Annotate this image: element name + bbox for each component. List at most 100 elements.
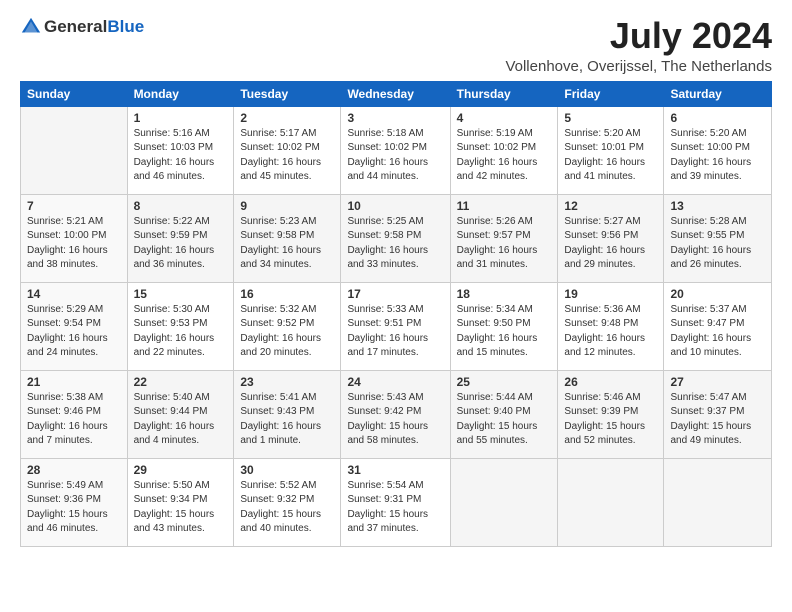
day-number: 28 [27,463,121,477]
day-info: Sunrise: 5:25 AM Sunset: 9:58 PM Dayligh… [347,215,443,273]
month-year-title: July 2024 [505,16,772,56]
day-info: Sunrise: 5:37 AM Sunset: 9:47 PM Dayligh… [670,303,765,361]
day-number: 7 [27,199,121,213]
day-info: Sunrise: 5:34 AM Sunset: 9:50 PM Dayligh… [457,303,552,361]
day-info: Sunrise: 5:18 AM Sunset: 10:02 PM Daylig… [347,127,443,185]
day-number: 1 [134,111,228,125]
day-number: 25 [457,375,552,389]
day-info: Sunrise: 5:23 AM Sunset: 9:58 PM Dayligh… [240,215,334,273]
day-number: 2 [240,111,334,125]
day-info: Sunrise: 5:28 AM Sunset: 9:55 PM Dayligh… [670,215,765,273]
calendar-cell [450,458,558,546]
calendar-cell: 18Sunrise: 5:34 AM Sunset: 9:50 PM Dayli… [450,282,558,370]
calendar-cell: 20 Sunrise: 5:37 AM Sunset: 9:47 PM Dayli… [664,282,772,370]
calendar-cell: 7 Sunrise: 5:21 AM Sunset: 10:00 PM Dayli… [21,194,128,282]
day-number: 20 [670,287,765,301]
day-info: Sunrise: 5:32 AM Sunset: 9:52 PM Dayligh… [240,303,334,361]
day-number: 12 [564,199,657,213]
day-info: Sunrise: 5:52 AM Sunset: 9:32 PM Dayligh… [240,479,334,537]
day-number: 11 [457,199,552,213]
day-number: 21 [27,375,121,389]
calendar-cell [21,106,128,194]
day-info: Sunrise: 5:44 AM Sunset: 9:40 PM Dayligh… [457,391,552,449]
calendar-cell [558,458,664,546]
calendar-cell: 29 Sunrise: 5:50 AM Sunset: 9:34 PM Dayli… [127,458,234,546]
calendar-week-row: 7 Sunrise: 5:21 AM Sunset: 10:00 PM Dayli… [21,194,772,282]
calendar-cell: 11 Sunrise: 5:26 AM Sunset: 9:57 PM Dayli… [450,194,558,282]
calendar-cell: 9 Sunrise: 5:23 AM Sunset: 9:58 PM Daylig… [234,194,341,282]
day-number: 6 [670,111,765,125]
day-info: Sunrise: 5:50 AM Sunset: 9:34 PM Dayligh… [134,479,228,537]
calendar-cell: 2 Sunrise: 5:17 AM Sunset: 10:02 PM Dayli… [234,106,341,194]
day-number: 29 [134,463,228,477]
day-info: Sunrise: 5:26 AM Sunset: 9:57 PM Dayligh… [457,215,552,273]
day-number: 13 [670,199,765,213]
calendar-cell: 17Sunrise: 5:33 AM Sunset: 9:51 PM Dayli… [341,282,450,370]
day-info: Sunrise: 5:49 AM Sunset: 9:36 PM Dayligh… [27,479,121,537]
day-number: 31 [347,463,443,477]
day-info: Sunrise: 5:17 AM Sunset: 10:02 PM Daylig… [240,127,334,185]
calendar-cell: 3Sunrise: 5:18 AM Sunset: 10:02 PM Dayli… [341,106,450,194]
day-number: 17 [347,287,443,301]
weekday-header-saturday: Saturday [664,81,772,106]
day-number: 5 [564,111,657,125]
day-info: Sunrise: 5:46 AM Sunset: 9:39 PM Dayligh… [564,391,657,449]
calendar-week-row: 28 Sunrise: 5:49 AM Sunset: 9:36 PM Dayli… [21,458,772,546]
calendar-cell: 16 Sunrise: 5:32 AM Sunset: 9:52 PM Dayli… [234,282,341,370]
day-info: Sunrise: 5:30 AM Sunset: 9:53 PM Dayligh… [134,303,228,361]
day-info: Sunrise: 5:16 AM Sunset: 10:03 PM Daylig… [134,127,228,185]
calendar-cell: 30 Sunrise: 5:52 AM Sunset: 9:32 PM Dayli… [234,458,341,546]
calendar-cell: 15Sunrise: 5:30 AM Sunset: 9:53 PM Dayli… [127,282,234,370]
weekday-header-friday: Friday [558,81,664,106]
logo: GeneralBlue [20,16,144,38]
day-number: 4 [457,111,552,125]
page-header: GeneralBlue July 2024 Vollenhove, Overij… [20,16,772,75]
weekday-header-sunday: Sunday [21,81,128,106]
calendar-page: GeneralBlue July 2024 Vollenhove, Overij… [0,0,792,612]
calendar-cell: 6Sunrise: 5:20 AM Sunset: 10:00 PM Dayli… [664,106,772,194]
day-number: 8 [134,199,228,213]
day-number: 30 [240,463,334,477]
day-info: Sunrise: 5:38 AM Sunset: 9:46 PM Dayligh… [27,391,121,449]
day-info: Sunrise: 5:27 AM Sunset: 9:56 PM Dayligh… [564,215,657,273]
calendar-cell: 22 Sunrise: 5:40 AM Sunset: 9:44 PM Dayli… [127,370,234,458]
day-info: Sunrise: 5:22 AM Sunset: 9:59 PM Dayligh… [134,215,228,273]
weekday-header-wednesday: Wednesday [341,81,450,106]
logo-text-blue: Blue [107,17,144,36]
calendar-cell: 25 Sunrise: 5:44 AM Sunset: 9:40 PM Dayli… [450,370,558,458]
logo-text-general: General [44,17,107,36]
calendar-cell: 26 Sunrise: 5:46 AM Sunset: 9:39 PM Dayli… [558,370,664,458]
calendar-cell: 4Sunrise: 5:19 AM Sunset: 10:02 PM Dayli… [450,106,558,194]
day-info: Sunrise: 5:36 AM Sunset: 9:48 PM Dayligh… [564,303,657,361]
day-info: Sunrise: 5:40 AM Sunset: 9:44 PM Dayligh… [134,391,228,449]
day-info: Sunrise: 5:43 AM Sunset: 9:42 PM Dayligh… [347,391,443,449]
calendar-cell [664,458,772,546]
calendar-cell: 14 Sunrise: 5:29 AM Sunset: 9:54 PM Dayli… [21,282,128,370]
calendar-week-row: 1 Sunrise: 5:16 AM Sunset: 10:03 PM Dayli… [21,106,772,194]
day-info: Sunrise: 5:21 AM Sunset: 10:00 PM Daylig… [27,215,121,273]
calendar-cell: 1 Sunrise: 5:16 AM Sunset: 10:03 PM Dayli… [127,106,234,194]
calendar-cell: 28 Sunrise: 5:49 AM Sunset: 9:36 PM Dayli… [21,458,128,546]
day-number: 24 [347,375,443,389]
day-info: Sunrise: 5:54 AM Sunset: 9:31 PM Dayligh… [347,479,443,537]
day-number: 14 [27,287,121,301]
day-info: Sunrise: 5:20 AM Sunset: 10:01 PM Daylig… [564,127,657,185]
calendar-cell: 8 Sunrise: 5:22 AM Sunset: 9:59 PM Daylig… [127,194,234,282]
day-number: 9 [240,199,334,213]
day-number: 26 [564,375,657,389]
calendar-cell: 19Sunrise: 5:36 AM Sunset: 9:48 PM Dayli… [558,282,664,370]
title-block: July 2024 Vollenhove, Overijssel, The Ne… [505,16,772,75]
calendar-cell: 21 Sunrise: 5:38 AM Sunset: 9:46 PM Dayli… [21,370,128,458]
day-number: 22 [134,375,228,389]
weekday-header-tuesday: Tuesday [234,81,341,106]
calendar-cell: 24 Sunrise: 5:43 AM Sunset: 9:42 PM Dayli… [341,370,450,458]
calendar-cell: 5 Sunrise: 5:20 AM Sunset: 10:01 PM Dayli… [558,106,664,194]
day-info: Sunrise: 5:29 AM Sunset: 9:54 PM Dayligh… [27,303,121,361]
weekday-header-monday: Monday [127,81,234,106]
day-number: 23 [240,375,334,389]
day-number: 16 [240,287,334,301]
location-subtitle: Vollenhove, Overijssel, The Netherlands [505,58,772,75]
calendar-cell: 10Sunrise: 5:25 AM Sunset: 9:58 PM Dayli… [341,194,450,282]
weekday-header-thursday: Thursday [450,81,558,106]
weekday-header-row: SundayMondayTuesdayWednesdayThursdayFrid… [21,81,772,106]
